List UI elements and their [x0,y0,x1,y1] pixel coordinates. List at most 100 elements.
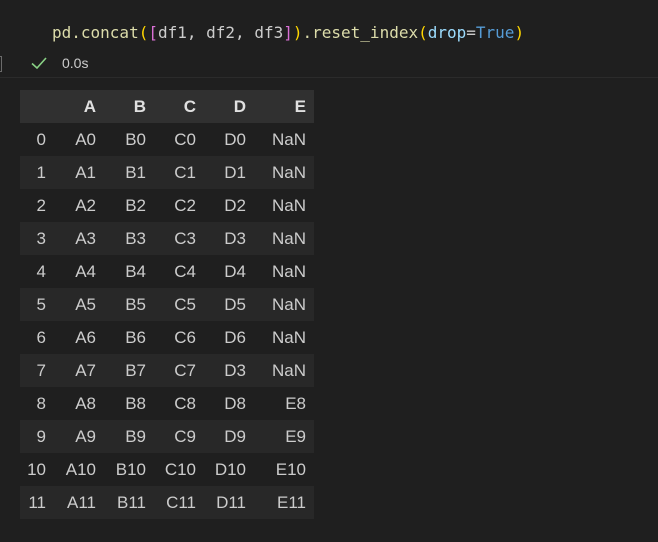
table-cell: A11 [67,492,96,512]
table-cell: C9 [174,426,196,446]
table-row: 5 A5 B5 C5 D5 NaN [20,288,314,321]
table-cell: B3 [125,228,146,248]
dataframe-table: ABCDE 0 A0 B0 C0 D0 NaN 1 A1 B1 C1 D1 NaN 2 A2 B2 C2 D2 N… [20,90,314,519]
table-cell: A1 [75,162,96,182]
row-index: 4 [36,261,46,281]
code-token: pd.concat [52,23,139,42]
check-icon [31,57,47,70]
row-index: 2 [36,195,46,215]
table-cell: E11 [277,492,306,512]
table-cell: A8 [75,393,96,413]
code-token: ( [418,23,428,42]
table-row: 4 A4 B4 C4 D4 NaN [20,255,314,288]
table-cell: D10 [214,459,246,479]
row-index: 3 [36,228,46,248]
table-cell: A0 [75,129,96,149]
table-row: 1 A1 B1 C1 D1 NaN [20,156,314,189]
table-cell: B1 [125,162,146,182]
table-cell: A4 [75,261,96,281]
table-cell: NaN [271,261,306,281]
table-cell: C6 [174,327,196,347]
table-cell: C7 [174,360,196,380]
table-cell: NaN [271,327,306,347]
row-index: 0 [36,129,46,149]
cell-gutter-marker [0,56,2,72]
table-cell: D8 [224,393,246,413]
table-cell: C4 [174,261,196,281]
code-token: True [475,23,515,42]
code-token: ( [138,23,149,42]
column-header: A [54,90,104,123]
row-index: 5 [36,294,46,314]
table-row: 0 A0 B0 C0 D0 NaN [20,123,314,156]
row-index: 11 [28,492,46,512]
column-header: D [204,90,254,123]
table-cell: B8 [125,393,146,413]
table-cell: B9 [125,426,146,446]
table-row: 6 A6 B6 C6 D6 NaN [20,321,314,354]
table-cell: B10 [115,459,146,479]
code-editor-line[interactable]: pd.concat([df1, df2, df3]).reset_index(d… [52,22,524,44]
code-token: drop [427,23,467,42]
table-cell: C5 [174,294,196,314]
table-cell: C8 [174,393,196,413]
table-cell: C3 [174,228,196,248]
table-cell: NaN [271,294,306,314]
table-cell: C11 [166,492,196,512]
execution-time: 0.0s [62,55,89,71]
table-cell: E9 [285,426,306,446]
table-row: 7 A7 B7 C7 D3 NaN [20,354,314,387]
table-cell: NaN [271,195,306,215]
row-index: 6 [36,327,46,347]
table-cell: NaN [271,129,306,149]
table-cell: B7 [125,360,146,380]
table-cell: C2 [174,195,196,215]
cell-output: ABCDE 0 A0 B0 C0 D0 NaN 1 A1 B1 C1 D1 NaN 2 A2 B2 C2 D2 N… [20,90,314,519]
code-token: = [466,23,476,42]
table-cell: E10 [275,459,306,479]
table-cell: B4 [125,261,146,281]
index-header [20,90,54,123]
table-row: 9 A9 B9 C9 D9 E9 [20,420,314,453]
table-cell: B6 [125,327,146,347]
table-cell: D11 [216,492,246,512]
code-token: df1, df2, df3 [157,23,284,42]
row-index: 9 [36,426,46,446]
table-cell: E8 [285,393,306,413]
table-cell: C0 [174,129,196,149]
table-row: 10 A10 B10 C10 D10 E10 [20,453,314,486]
table-cell: C10 [164,459,196,479]
table-cell: B0 [125,129,146,149]
row-index: 1 [36,162,46,182]
code-cell[interactable]: pd.concat([df1, df2, df3]).reset_index(d… [0,0,658,78]
table-cell: D6 [224,327,246,347]
code-token: ) [514,23,525,42]
execution-status: 0.0s [30,54,88,72]
table-cell: NaN [271,162,306,182]
table-cell: A7 [75,360,96,380]
table-cell: B2 [125,195,146,215]
column-header: E [254,90,314,123]
table-cell: A9 [75,426,96,446]
code-token: [ [148,23,158,42]
column-header: B [104,90,154,123]
table-cell: A5 [75,294,96,314]
table-row: 3 A3 B3 C3 D3 NaN [20,222,314,255]
table-header-row: ABCDE [20,90,314,123]
table-cell: C1 [174,162,196,182]
table-cell: A10 [65,459,96,479]
table-cell: D4 [224,261,246,281]
table-cell: D9 [224,426,246,446]
row-index: 10 [27,459,46,479]
table-cell: NaN [271,360,306,380]
table-cell: D2 [224,195,246,215]
table-cell: A3 [75,228,96,248]
table-cell: D0 [224,129,246,149]
table-row: 2 A2 B2 C2 D2 NaN [20,189,314,222]
table-cell: NaN [271,228,306,248]
column-header: C [154,90,204,123]
code-token: ] [283,23,293,42]
code-token: ) [292,23,303,42]
table-cell: D3 [224,360,246,380]
table-cell: B11 [117,492,146,512]
